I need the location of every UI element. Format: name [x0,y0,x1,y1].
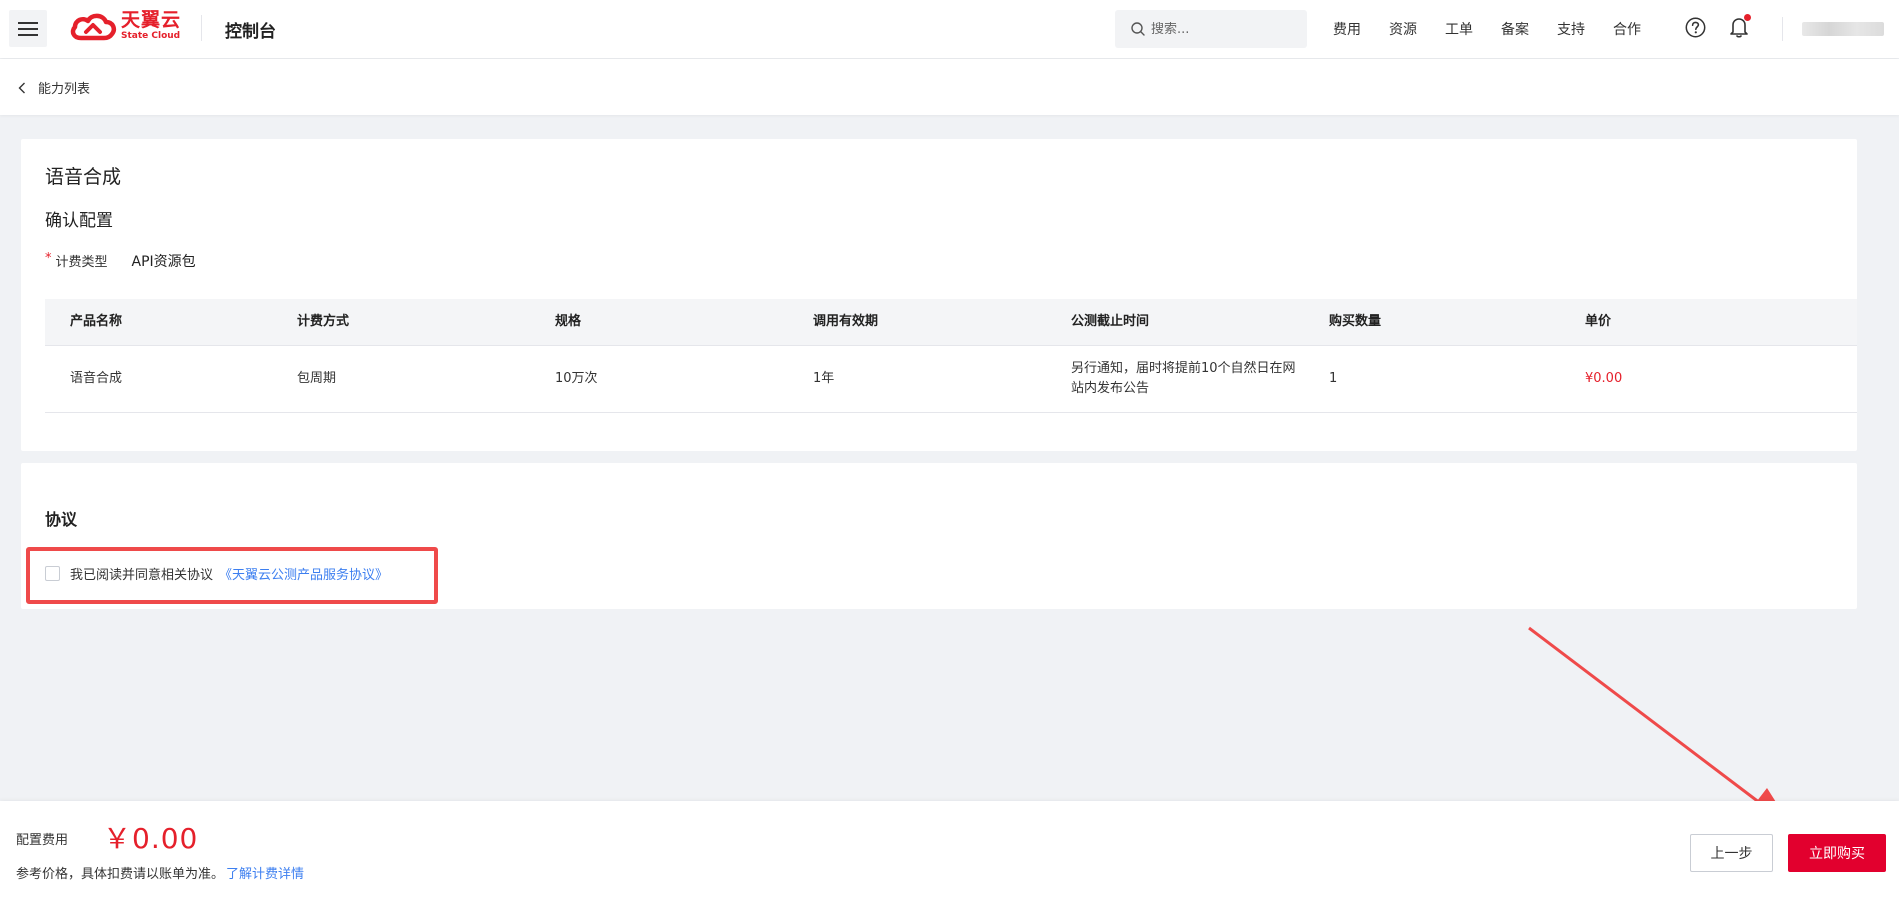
back-to-capability-list[interactable]: 能力列表 [18,78,90,97]
header-beta-deadline: 公测截止时间 [1071,314,1150,329]
nav-divider [201,15,202,41]
agreement-title: 协议 [45,510,78,529]
agreement-text: 我已阅读并同意相关协议 [70,568,214,583]
breadcrumb-bar: 能力列表 [0,59,1899,115]
cloud-logo-icon [70,13,116,41]
nav-link-support[interactable]: 支持 [1557,19,1585,39]
order-footer-bar: 配置费用 ￥0.00 参考价格，具体扣费请以账单为准。 了解计费详情 上一步 立即… [0,801,1899,899]
search-input[interactable] [1151,21,1291,37]
help-icon[interactable] [1685,17,1706,38]
header-product-name: 产品名称 [70,314,123,329]
search-box[interactable] [1115,10,1307,48]
buy-now-button[interactable]: 立即购买 [1788,834,1886,872]
cell-spec: 10万次 [555,371,598,386]
search-icon [1131,22,1145,36]
logo-cn-text: 天翼云 [121,9,182,31]
agreement-card: 协议 我已阅读并同意相关协议 《天翼云公测产品服务协议》 [21,463,1857,609]
user-account-avatar[interactable] [1802,22,1884,36]
header-unit-price: 单价 [1585,314,1612,329]
cell-unit-price: ¥0.00 [1585,371,1623,386]
breadcrumb-label: 能力列表 [38,82,91,97]
cell-validity: 1年 [813,371,835,386]
nav-link-resources[interactable]: 资源 [1389,19,1417,39]
agreement-checkbox[interactable] [45,566,60,581]
billing-type-value: API资源包 [131,254,196,270]
top-nav: 天翼云 State Cloud 控制台 费用 资源 工单 备案 支持 合作 [0,0,1899,58]
header-billing-method: 计费方式 [297,314,350,329]
price-note: 参考价格，具体扣费请以账单为准。 了解计费详情 [16,863,304,882]
logo-en-text: State Cloud [121,31,181,41]
table-header: 产品名称 计费方式 规格 调用有效期 公测截止时间 购买数量 单价 [45,299,1857,345]
required-asterisk: * [45,251,52,266]
state-cloud-logo[interactable]: 天翼云 State Cloud [69,11,181,41]
table-row: 语音合成 包周期 10万次 1年 另行通知，届时将提前10个自然日在网站内发布公… [45,345,1857,413]
nav-link-filing[interactable]: 备案 [1501,19,1529,39]
nav-link-partners[interactable]: 合作 [1613,19,1641,39]
cell-quantity: 1 [1329,371,1338,386]
page-title: 语音合成 [45,166,122,188]
header-validity: 调用有效期 [813,314,879,329]
cell-product-name: 语音合成 [70,371,123,386]
config-cost-label: 配置费用 [16,833,69,848]
price-note-text: 参考价格，具体扣费请以账单为准。 [16,867,225,882]
agreement-link[interactable]: 《天翼云公测产品服务协议》 [219,564,388,583]
cell-billing-method: 包周期 [297,371,337,386]
header-spec: 规格 [555,314,582,329]
header-quantity: 购买数量 [1329,314,1382,329]
billing-details-link[interactable]: 了解计费详情 [226,867,304,882]
previous-step-button[interactable]: 上一步 [1690,834,1773,872]
config-card: 语音合成 确认配置 * 计费类型 API资源包 产品名称 计费方式 规格 调用有… [21,139,1857,451]
cell-beta-deadline: 另行通知，届时将提前10个自然日在网站内发布公告 [1071,361,1296,396]
billing-type-row: * 计费类型 API资源包 [45,251,196,271]
billing-type-label: 计费类型 [55,255,108,270]
hamburger-icon [18,21,38,36]
nav-link-tickets[interactable]: 工单 [1445,19,1473,39]
config-cost-value: ￥0.00 [103,822,199,855]
console-title[interactable]: 控制台 [225,17,276,42]
notification-dot [1744,14,1751,21]
nav-divider [1782,17,1783,41]
section-title: 确认配置 [45,211,113,231]
nav-link-billing[interactable]: 费用 [1333,19,1361,39]
chevron-left-icon [18,82,25,93]
order-table: 产品名称 计费方式 规格 调用有效期 公测截止时间 购买数量 单价 语音合成 包… [45,299,1857,413]
nav-links: 费用 资源 工单 备案 支持 合作 [1333,19,1669,39]
agreement-row: 我已阅读并同意相关协议 《天翼云公测产品服务协议》 [45,564,388,583]
menu-button[interactable] [9,10,47,47]
